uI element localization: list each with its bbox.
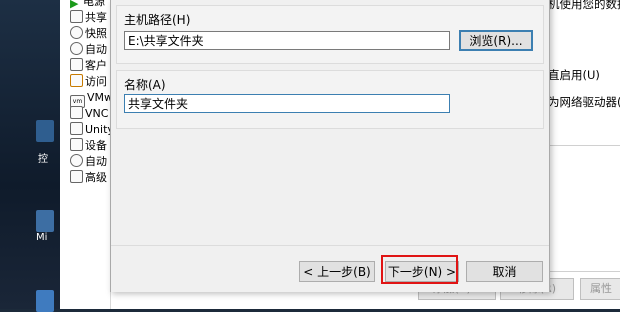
monitor-icon xyxy=(70,106,83,119)
shared-folder-list[interactable] xyxy=(548,145,620,272)
tree-item-label: 自动 xyxy=(85,155,107,168)
tree-item-label: 高级 xyxy=(85,171,107,184)
user-icon xyxy=(70,154,83,167)
tree-item-autologin[interactable]: 自动 xyxy=(70,154,107,170)
desktop-icon-label: 控 xyxy=(38,154,48,165)
host-path-label: 主机路径(H) xyxy=(124,13,191,27)
next-button-highlight xyxy=(381,255,458,284)
properties-button[interactable]: 属性 xyxy=(580,278,620,300)
snapshot-icon xyxy=(70,26,83,39)
tree-item-snapshots[interactable]: 快照 xyxy=(70,26,107,42)
back-button[interactable]: < 上一步(B) xyxy=(299,261,375,282)
tree-item-label: VNC xyxy=(85,107,109,120)
lock-icon xyxy=(70,58,83,71)
tree-item-guest-isolation[interactable]: 客户 xyxy=(70,58,107,74)
clock-icon xyxy=(70,42,83,55)
tree-item-shared-folders[interactable]: 共享 xyxy=(70,10,107,26)
desktop-app-icon[interactable] xyxy=(36,210,54,232)
tree-item-label: 自动 xyxy=(85,43,107,56)
tree-item-advanced[interactable]: 高级 xyxy=(70,170,107,186)
tree-item-label: 访问 xyxy=(85,75,107,88)
device-icon xyxy=(70,138,83,151)
map-drive-option-label[interactable]: 为网络驱动器(M) xyxy=(548,94,620,110)
background-text: 机使用您的数据 xyxy=(548,0,620,11)
tree-item-label: 共享 xyxy=(85,11,107,24)
enable-option-label[interactable]: 直启用(U) xyxy=(548,67,600,83)
tree-item-label: 电源 xyxy=(83,0,105,8)
desktop-app-icon[interactable] xyxy=(36,120,54,142)
tree-item-power[interactable]: ▶ 电源 xyxy=(70,0,105,10)
wizard-footer: < 上一步(B) 下一步(N) > 取消 xyxy=(111,245,549,292)
tree-item-label: 快照 xyxy=(85,27,107,40)
tree-item-devices[interactable]: 设备 xyxy=(70,138,107,154)
tree-item-vmware-tools[interactable]: vm VMw xyxy=(70,90,113,108)
tree-item-unity[interactable]: Unity xyxy=(70,122,114,138)
cancel-button[interactable]: 取消 xyxy=(466,261,543,282)
folder-share-icon xyxy=(70,10,83,23)
host-path-input[interactable]: E:\共享文件夹 xyxy=(124,31,450,50)
settings-tree: ▶ 电源 共享 快照 自动 客户 访问 vm VMw VNC Unity 设备 自动… xyxy=(60,0,114,309)
add-shared-folder-wizard: 主机路径(H) E:\共享文件夹 浏览(R)... 名称(A) 共享文件夹 < … xyxy=(110,0,550,292)
desktop-background: 控 Mi xyxy=(0,0,60,312)
tree-item-vnc[interactable]: VNC xyxy=(70,106,108,122)
tree-item-label: 客户 xyxy=(85,59,107,72)
tree-item-access-control[interactable]: 访问 xyxy=(70,74,107,90)
browse-button[interactable]: 浏览(R)... xyxy=(459,30,533,51)
name-input[interactable]: 共享文件夹 xyxy=(124,94,450,113)
tree-item-autoprotect[interactable]: 自动 xyxy=(70,42,107,58)
play-icon: ▶ xyxy=(70,0,79,10)
windows-icon xyxy=(70,122,83,135)
name-label: 名称(A) xyxy=(124,78,166,92)
advanced-icon xyxy=(70,170,83,183)
tree-item-label: 设备 xyxy=(85,139,107,152)
access-control-icon xyxy=(70,74,83,87)
desktop-icon-label: Mi xyxy=(36,232,48,243)
